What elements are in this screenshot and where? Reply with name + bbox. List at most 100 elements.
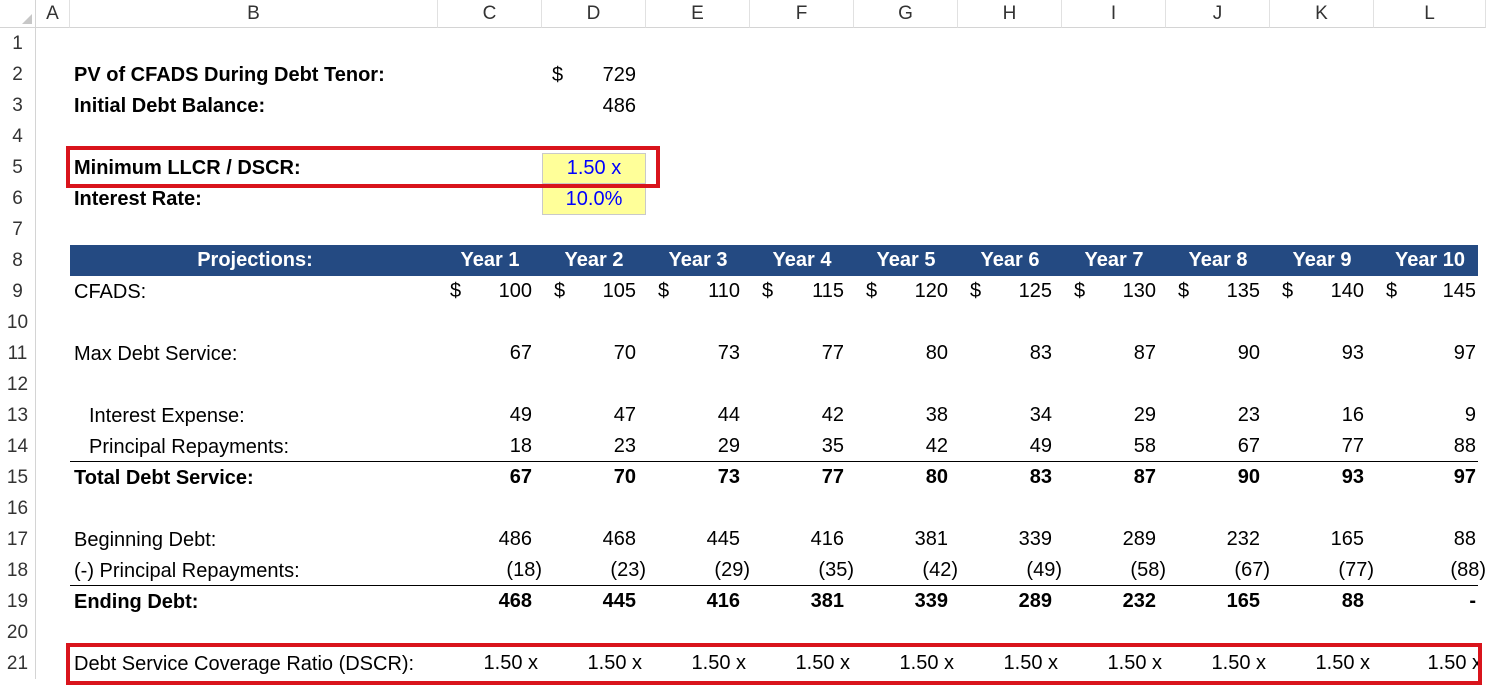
column-header-i[interactable]: I (1062, 0, 1166, 28)
row-header-14[interactable]: 14 (0, 431, 36, 462)
interest-expense-cell-year-5[interactable]: 38 (854, 400, 948, 431)
less-principal-cell-year-2[interactable]: (23) (542, 555, 646, 586)
less-principal-cell-year-1[interactable]: (18) (438, 555, 542, 586)
beginning-debt-cell-year-4[interactable]: 416 (750, 524, 844, 555)
principal-repayments-cell-year-1[interactable]: 18 (438, 431, 532, 462)
cfads-cell-year-3[interactable]: 110 (646, 276, 740, 307)
row-header-12[interactable]: 12 (0, 369, 36, 400)
cfads-label[interactable]: CFADS: (74, 277, 146, 308)
beginning-debt-cell-year-8[interactable]: 232 (1166, 524, 1260, 555)
ending-debt-cell-year-7[interactable]: 232 (1062, 586, 1156, 617)
year-header-7[interactable]: Year 7 (1062, 245, 1166, 276)
row-header-11[interactable]: 11 (0, 338, 36, 369)
total-debt-service-cell-year-1[interactable]: 67 (438, 462, 532, 493)
row-header-15[interactable]: 15 (0, 462, 36, 493)
year-header-1[interactable]: Year 1 (438, 245, 542, 276)
total-debt-service-cell-year-9[interactable]: 93 (1270, 462, 1364, 493)
interest-expense-cell-year-10[interactable]: 9 (1374, 400, 1476, 431)
row-header-9[interactable]: 9 (0, 276, 36, 307)
column-header-a[interactable]: A (36, 0, 70, 28)
beginning-debt-cell-year-10[interactable]: 88 (1374, 524, 1476, 555)
beginning-debt-cell-year-7[interactable]: 289 (1062, 524, 1156, 555)
principal-repayments-cell-year-7[interactable]: 58 (1062, 431, 1156, 462)
cfads-cell-year-9[interactable]: 140 (1270, 276, 1364, 307)
less-principal-cell-year-6[interactable]: (49) (958, 555, 1062, 586)
column-header-b[interactable]: B (70, 0, 438, 28)
principal-repayments-label[interactable]: Principal Repayments: (89, 432, 289, 463)
total-debt-service-cell-year-5[interactable]: 80 (854, 462, 948, 493)
row-header-3[interactable]: 3 (0, 90, 36, 121)
initial-debt-value[interactable]: 486 (544, 91, 636, 122)
less-principal-cell-year-7[interactable]: (58) (1062, 555, 1166, 586)
year-header-5[interactable]: Year 5 (854, 245, 958, 276)
max-debt-service-cell-year-5[interactable]: 80 (854, 338, 948, 369)
year-header-10[interactable]: Year 10 (1374, 245, 1486, 276)
interest-rate-input[interactable]: 10.0% (542, 184, 646, 215)
max-debt-service-cell-year-2[interactable]: 70 (542, 338, 636, 369)
beginning-debt-cell-year-9[interactable]: 165 (1270, 524, 1364, 555)
column-header-j[interactable]: J (1166, 0, 1270, 28)
interest-expense-cell-year-1[interactable]: 49 (438, 400, 532, 431)
row-header-2[interactable]: 2 (0, 59, 36, 90)
row-header-7[interactable]: 7 (0, 214, 36, 245)
total-debt-service-cell-year-10[interactable]: 97 (1374, 462, 1476, 493)
select-all-corner[interactable] (0, 0, 36, 28)
cfads-cell-year-5[interactable]: 120 (854, 276, 948, 307)
ending-debt-cell-year-6[interactable]: 289 (958, 586, 1052, 617)
ending-debt-cell-year-1[interactable]: 468 (438, 586, 532, 617)
less-principal-label[interactable]: (-) Principal Repayments: (74, 556, 300, 587)
row-header-4[interactable]: 4 (0, 121, 36, 152)
total-debt-service-cell-year-8[interactable]: 90 (1166, 462, 1260, 493)
interest-expense-cell-year-7[interactable]: 29 (1062, 400, 1156, 431)
cfads-cell-year-1[interactable]: 100 (438, 276, 532, 307)
interest-rate-label[interactable]: Interest Rate: (74, 184, 202, 215)
column-header-g[interactable]: G (854, 0, 958, 28)
row-header-6[interactable]: 6 (0, 183, 36, 214)
row-header-20[interactable]: 20 (0, 617, 36, 648)
beginning-debt-cell-year-6[interactable]: 339 (958, 524, 1052, 555)
ending-debt-cell-year-9[interactable]: 88 (1270, 586, 1364, 617)
max-debt-service-cell-year-8[interactable]: 90 (1166, 338, 1260, 369)
ending-debt-cell-year-10[interactable]: - (1374, 586, 1476, 617)
max-debt-service-label[interactable]: Max Debt Service: (74, 339, 237, 370)
year-header-4[interactable]: Year 4 (750, 245, 854, 276)
beginning-debt-cell-year-2[interactable]: 468 (542, 524, 636, 555)
max-debt-service-cell-year-6[interactable]: 83 (958, 338, 1052, 369)
principal-repayments-cell-year-10[interactable]: 88 (1374, 431, 1476, 462)
principal-repayments-cell-year-8[interactable]: 67 (1166, 431, 1260, 462)
principal-repayments-cell-year-9[interactable]: 77 (1270, 431, 1364, 462)
cfads-cell-year-4[interactable]: 115 (750, 276, 844, 307)
max-debt-service-cell-year-1[interactable]: 67 (438, 338, 532, 369)
ending-debt-cell-year-2[interactable]: 445 (542, 586, 636, 617)
total-debt-service-cell-year-2[interactable]: 70 (542, 462, 636, 493)
cfads-cell-year-10[interactable]: 145 (1374, 276, 1476, 307)
year-header-9[interactable]: Year 9 (1270, 245, 1374, 276)
year-header-2[interactable]: Year 2 (542, 245, 646, 276)
row-header-21[interactable]: 21 (0, 648, 36, 679)
row-header-19[interactable]: 19 (0, 586, 36, 617)
row-header-5[interactable]: 5 (0, 152, 36, 183)
total-debt-service-cell-year-7[interactable]: 87 (1062, 462, 1156, 493)
principal-repayments-cell-year-2[interactable]: 23 (542, 431, 636, 462)
total-debt-service-cell-year-6[interactable]: 83 (958, 462, 1052, 493)
interest-expense-cell-year-9[interactable]: 16 (1270, 400, 1364, 431)
interest-expense-label[interactable]: Interest Expense: (89, 401, 245, 432)
row-header-18[interactable]: 18 (0, 555, 36, 586)
max-debt-service-cell-year-10[interactable]: 97 (1374, 338, 1476, 369)
column-header-c[interactable]: C (438, 0, 542, 28)
principal-repayments-cell-year-5[interactable]: 42 (854, 431, 948, 462)
less-principal-cell-year-5[interactable]: (42) (854, 555, 958, 586)
column-header-e[interactable]: E (646, 0, 750, 28)
less-principal-cell-year-10[interactable]: (88) (1374, 555, 1486, 586)
row-header-1[interactable]: 1 (0, 28, 36, 59)
max-debt-service-cell-year-9[interactable]: 93 (1270, 338, 1364, 369)
column-header-h[interactable]: H (958, 0, 1062, 28)
interest-expense-cell-year-6[interactable]: 34 (958, 400, 1052, 431)
pv-cfads-label[interactable]: PV of CFADS During Debt Tenor: (74, 60, 385, 91)
ending-debt-cell-year-4[interactable]: 381 (750, 586, 844, 617)
beginning-debt-cell-year-1[interactable]: 486 (438, 524, 532, 555)
year-header-8[interactable]: Year 8 (1166, 245, 1270, 276)
principal-repayments-cell-year-3[interactable]: 29 (646, 431, 740, 462)
less-principal-cell-year-4[interactable]: (35) (750, 555, 854, 586)
beginning-debt-cell-year-5[interactable]: 381 (854, 524, 948, 555)
